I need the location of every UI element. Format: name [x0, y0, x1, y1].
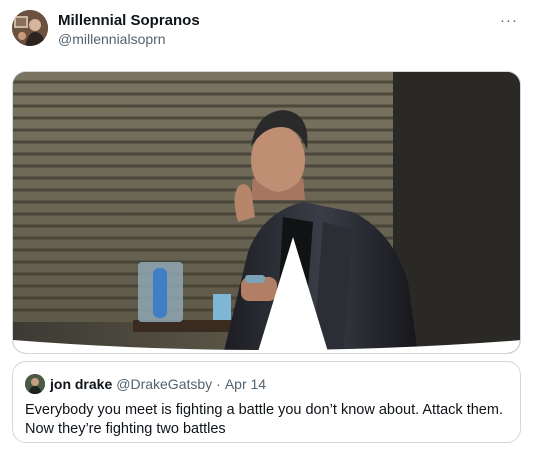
quoted-text-line: Now they’re fighting two battles — [25, 421, 226, 437]
author-handle[interactable]: @millennialsoprn — [58, 30, 200, 48]
more-options-icon[interactable]: ··· — [497, 10, 521, 30]
quoted-tweet-text: Everybody you meet is fighting a battle … — [25, 401, 505, 439]
quoted-separator: · — [216, 376, 221, 392]
quoted-author-handle[interactable]: @DrakeGatsby — [116, 376, 212, 392]
quoted-author-avatar[interactable] — [25, 374, 45, 394]
quoted-tweet-header: jon drake @DrakeGatsby · Apr 14 — [25, 374, 508, 394]
quoted-text-line: Everybody you meet is fighting a battle … — [25, 402, 503, 418]
quoted-date[interactable]: Apr 14 — [225, 376, 266, 392]
tweet-header: Millennial Sopranos @millennialsoprn ··· — [12, 10, 521, 50]
author-display-name[interactable]: Millennial Sopranos — [58, 11, 200, 30]
quoted-author-name[interactable]: jon drake — [50, 376, 112, 392]
author-avatar[interactable] — [12, 10, 48, 46]
author-names: Millennial Sopranos @millennialsoprn — [58, 11, 200, 48]
tweet-media-image[interactable] — [12, 71, 521, 354]
quoted-tweet[interactable]: jon drake @DrakeGatsby · Apr 14 Everybod… — [12, 361, 521, 443]
